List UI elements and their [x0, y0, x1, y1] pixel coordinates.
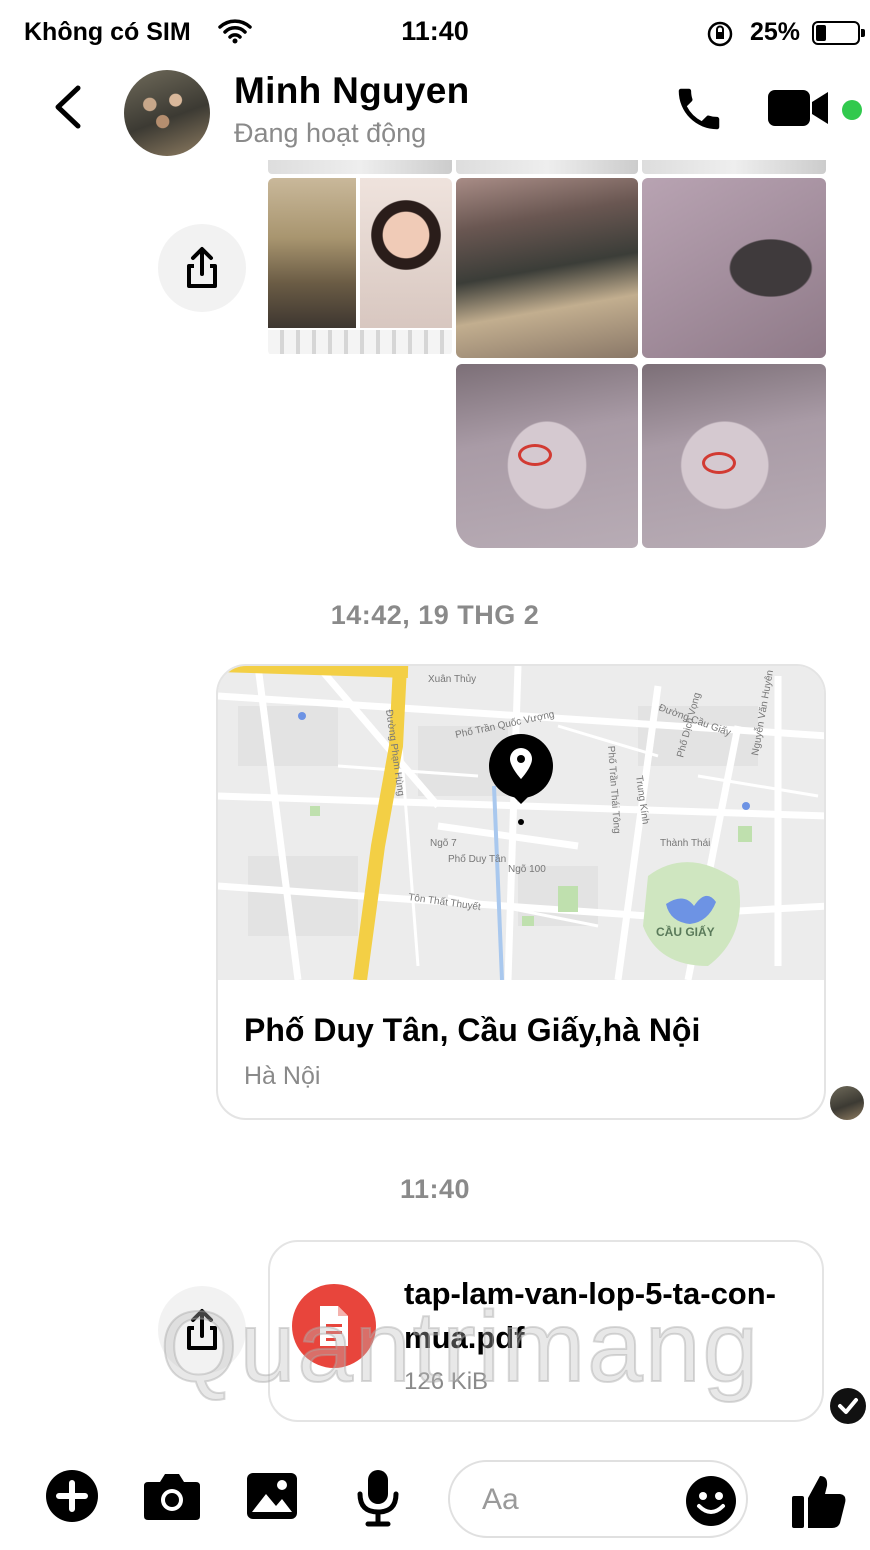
red-circle-mark — [518, 444, 552, 466]
photo-street[interactable] — [456, 178, 638, 358]
emoji-icon — [686, 1476, 736, 1526]
photo-gadget-1[interactable] — [456, 364, 638, 548]
more-actions-button[interactable] — [44, 1468, 100, 1529]
back-button[interactable] — [48, 84, 88, 130]
battery-level — [816, 25, 826, 41]
camera-button[interactable] — [142, 1468, 202, 1529]
phone-icon — [678, 88, 720, 130]
video-call-button[interactable] — [766, 88, 832, 133]
chat-header: Minh Nguyen Đang hoạt động — [0, 64, 870, 160]
map-label-street: Xuân Thủy — [428, 673, 476, 685]
photo-cropped-top-1[interactable] — [268, 160, 452, 174]
emoji-button[interactable] — [684, 1474, 738, 1533]
contact-status: Đang hoạt động — [234, 118, 427, 148]
photo-cropped-top-2[interactable] — [456, 160, 638, 174]
share-photos-button[interactable] — [158, 224, 246, 312]
photo-collage-screenshot[interactable] — [268, 178, 452, 356]
online-indicator — [842, 100, 862, 120]
message-input-container[interactable] — [448, 1460, 748, 1538]
seen-check-icon — [830, 1388, 866, 1424]
location-title: Phố Duy Tân, Cầu Giấy,hà Nội — [244, 1012, 701, 1048]
photo-plant[interactable] — [642, 178, 826, 358]
map-label-street: Thành Thái — [660, 838, 710, 849]
camera-icon — [144, 1474, 200, 1520]
map-label-district: CẦU GIẤY — [656, 924, 715, 939]
photo-cropped-top-3[interactable] — [642, 160, 826, 174]
contact-avatar[interactable] — [124, 70, 210, 156]
map-label-street: Ngõ 7 — [430, 838, 457, 849]
location-subtitle: Hà Nội — [244, 1062, 321, 1090]
message-composer — [0, 1450, 870, 1550]
read-receipt-avatar — [830, 1086, 864, 1120]
microphone-icon — [357, 1470, 399, 1527]
battery-percent: 25% — [750, 18, 801, 46]
gallery-button[interactable] — [244, 1468, 300, 1529]
map-label-street: Ngõ 100 — [508, 864, 546, 875]
collage-right-image — [360, 178, 452, 328]
timestamp-divider: 11:40 — [399, 1174, 471, 1204]
collage-bottom-bar — [268, 330, 452, 354]
image-icon — [247, 1473, 297, 1519]
map-label-street: Phố Duy Tân — [448, 853, 506, 865]
red-circle-mark — [702, 452, 736, 474]
voice-record-button[interactable] — [352, 1468, 404, 1533]
status-bar: Không có SIM 11:40 25% — [0, 0, 870, 64]
plus-icon — [46, 1470, 98, 1522]
location-message[interactable]: Xuân Thủy Đường Cầu Giấy Phố Trần Quốc V… — [216, 664, 826, 1120]
video-camera-icon — [768, 90, 828, 126]
message-input[interactable] — [482, 1476, 682, 1524]
orientation-lock-icon — [706, 20, 734, 53]
contact-name[interactable]: Minh Nguyen — [234, 70, 470, 112]
battery-icon — [812, 21, 865, 45]
map-preview[interactable]: Xuân Thủy Đường Cầu Giấy Phố Trần Quốc V… — [218, 666, 824, 980]
collage-left-image — [268, 178, 356, 328]
back-chevron-icon — [55, 85, 81, 129]
photo-gadget-2[interactable] — [642, 364, 826, 548]
audio-call-button[interactable] — [672, 82, 726, 141]
clock: 11:40 — [401, 16, 469, 46]
share-icon — [187, 247, 217, 288]
thumbs-up-icon — [792, 1476, 846, 1528]
watermark-logo: Quantrimang — [159, 1290, 761, 1404]
timestamp-divider: 14:42, 19 THG 2 — [330, 600, 540, 630]
like-button[interactable] — [790, 1472, 848, 1535]
